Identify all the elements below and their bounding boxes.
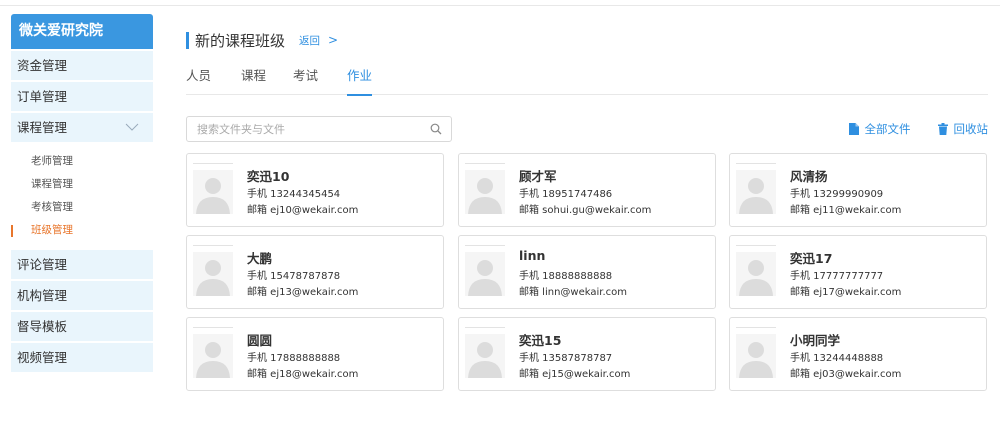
member-phone: 手机 13244345454 (247, 189, 341, 200)
member-name: linn (519, 248, 546, 263)
card-divider (193, 327, 233, 328)
member-email: 邮箱 linn@wekair.com (519, 287, 627, 298)
file-actions: 全部文件 回收站 (822, 121, 989, 137)
top-divider (0, 0, 1000, 6)
avatar-placeholder-icon (736, 170, 776, 214)
card-divider (736, 245, 776, 246)
sidebar-item-comments[interactable]: 评论管理 (11, 250, 153, 279)
member-card[interactable]: 大鹏 手机 15478787878 邮箱 ej13@wekair.com (186, 235, 444, 309)
member-name: 奕迅10 (247, 169, 290, 184)
sidebar-submenu: 老师管理 课程管理 考核管理 班级管理 (11, 142, 153, 248)
tab-bar: 人员 课程 考试 作业 (186, 66, 988, 96)
tab-exams[interactable]: 考试 (293, 66, 318, 95)
member-email: 邮箱 ej17@wekair.com (790, 287, 902, 298)
search-box (186, 116, 452, 142)
tab-homework[interactable]: 作业 (347, 66, 373, 96)
member-name: 顾才军 (519, 169, 557, 184)
sidebar-subitem-classes[interactable]: 班级管理 (11, 219, 153, 242)
sidebar: 微关爱研究院 资金管理 订单管理 课程管理 老师管理 课程管理 考核管理 班级管… (11, 14, 153, 372)
sidebar-subitem-teachers[interactable]: 老师管理 (11, 150, 153, 173)
card-divider (465, 245, 505, 246)
page-title: 新的课程班级 (195, 31, 286, 50)
all-files-button[interactable]: 全部文件 (848, 121, 911, 137)
file-icon (848, 123, 859, 135)
sidebar-item-institutions[interactable]: 机构管理 (11, 281, 153, 310)
member-card[interactable]: linn 手机 18888888888 邮箱 linn@wekair.com (458, 235, 716, 309)
avatar-placeholder-icon (465, 252, 505, 296)
member-phone: 手机 15478787878 (247, 271, 341, 282)
member-card[interactable]: 小明同学 手机 13244448888 邮箱 ej03@wekair.com (729, 317, 987, 391)
member-card[interactable]: 奕迅10 手机 13244345454 邮箱 ej10@wekair.com (186, 153, 444, 227)
chevron-right-icon[interactable]: > (328, 33, 338, 47)
member-email: 邮箱 ej13@wekair.com (247, 287, 359, 298)
avatar-placeholder-icon (465, 334, 505, 378)
sidebar-item-funds[interactable]: 资金管理 (11, 51, 153, 80)
all-files-label: 全部文件 (864, 122, 911, 136)
member-phone: 手机 17888888888 (247, 353, 341, 364)
member-name: 奕迅15 (519, 333, 562, 348)
chevron-down-icon (125, 123, 139, 131)
member-card[interactable]: 风清扬 手机 13299990909 邮箱 ej11@wekair.com (729, 153, 987, 227)
card-divider (736, 163, 776, 164)
avatar-placeholder-icon (193, 252, 233, 296)
member-phone: 手机 17777777777 (790, 271, 884, 282)
member-phone: 手机 13299990909 (790, 189, 884, 200)
member-name: 风清扬 (790, 169, 828, 184)
recycle-bin-label: 回收站 (953, 122, 989, 136)
avatar-placeholder-icon (465, 170, 505, 214)
search-icon[interactable] (430, 123, 442, 135)
sidebar-item-supervision-templates[interactable]: 督导模板 (11, 312, 153, 341)
card-divider (736, 327, 776, 328)
member-email: 邮箱 ej18@wekair.com (247, 369, 359, 380)
tab-courses[interactable]: 课程 (241, 66, 266, 95)
member-phone: 手机 18951747486 (519, 189, 613, 200)
member-phone: 手机 13244448888 (790, 353, 884, 364)
member-email: 邮箱 ej15@wekair.com (519, 369, 631, 380)
avatar-placeholder-icon (193, 334, 233, 378)
card-divider (465, 163, 505, 164)
member-email: 邮箱 ej11@wekair.com (790, 205, 902, 216)
back-link[interactable]: 返回 (299, 33, 320, 48)
member-name: 大鹏 (247, 251, 273, 266)
member-name: 圆圆 (247, 333, 273, 348)
member-card[interactable]: 奕迅15 手机 13587878787 邮箱 ej15@wekair.com (458, 317, 716, 391)
card-divider (193, 163, 233, 164)
sidebar-subitem-courses[interactable]: 课程管理 (11, 173, 153, 196)
member-card[interactable]: 圆圆 手机 17888888888 邮箱 ej18@wekair.com (186, 317, 444, 391)
avatar-placeholder-icon (736, 252, 776, 296)
card-divider (465, 327, 505, 328)
sidebar-item-videos[interactable]: 视频管理 (11, 343, 153, 372)
member-card[interactable]: 奕迅17 手机 17777777777 邮箱 ej17@wekair.com (729, 235, 987, 309)
page-header: 新的课程班级 返回 > (186, 30, 338, 50)
trash-icon (937, 123, 948, 135)
member-name: 小明同学 (790, 333, 841, 348)
member-name: 奕迅17 (790, 251, 833, 266)
card-divider (193, 245, 233, 246)
member-email: 邮箱 ej10@wekair.com (247, 205, 359, 216)
tab-members[interactable]: 人员 (186, 66, 211, 95)
member-email: 邮箱 ej03@wekair.com (790, 369, 902, 380)
sidebar-item-label: 课程管理 (17, 120, 68, 135)
sidebar-item-orders[interactable]: 订单管理 (11, 82, 153, 111)
search-input[interactable] (187, 117, 417, 141)
member-phone: 手机 18888888888 (519, 271, 613, 282)
avatar-placeholder-icon (736, 334, 776, 378)
sidebar-item-courses[interactable]: 课程管理 (11, 113, 153, 142)
avatar-placeholder-icon (193, 170, 233, 214)
sidebar-brand: 微关爱研究院 (11, 14, 153, 49)
member-email: 邮箱 sohui.gu@wekair.com (519, 205, 652, 216)
recycle-bin-button[interactable]: 回收站 (937, 121, 989, 137)
member-card[interactable]: 顾才军 手机 18951747486 邮箱 sohui.gu@wekair.co… (458, 153, 716, 227)
member-phone: 手机 13587878787 (519, 353, 613, 364)
sidebar-subitem-assessment[interactable]: 考核管理 (11, 196, 153, 219)
title-accent-bar (186, 31, 189, 49)
